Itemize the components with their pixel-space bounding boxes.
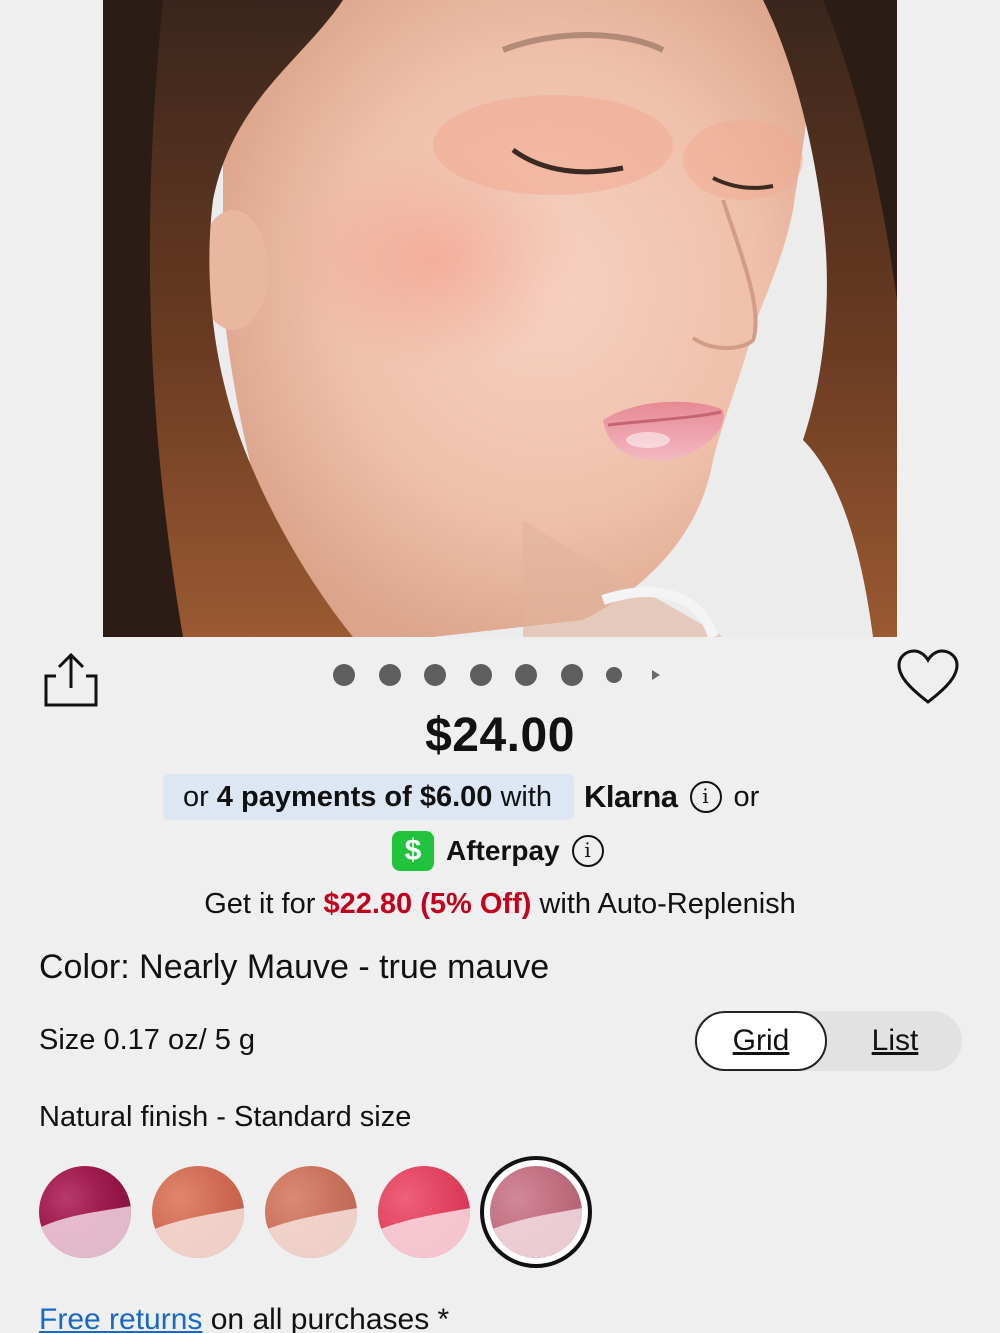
auto-replenish-price: $22.80 (5% Off) [323,888,532,920]
free-returns-link[interactable]: Free returns [39,1303,202,1333]
grid-view-button[interactable]: Grid [695,1011,827,1071]
or-text: or [733,780,760,813]
carousel-dot[interactable] [515,664,537,686]
klarna-prefix: or [183,780,209,813]
auto-replenish-text: Get it for $22.80 (5% Off) with Auto-Rep… [0,888,1000,921]
heart-icon [897,649,959,704]
share-icon [44,652,98,707]
afterpay-payment-row: $ Afterpay i [392,831,604,871]
returns-info: Free returns on all purchases * [39,1303,449,1333]
swatch-true-mauve [490,1166,582,1258]
finish-label: Natural finish - Standard size [39,1101,412,1133]
product-price: $24.00 [425,709,575,762]
klarna-payment-row: or 4 payments of $6.00 with Klarna i or [163,774,759,820]
auto-replenish-prefix: Get it for [204,888,316,920]
klarna-logo: Klarna [584,779,678,814]
swatch-rose-brown[interactable] [265,1166,357,1258]
klarna-installments-pill[interactable]: or 4 payments of $6.00 with [163,774,575,820]
swatch-true-mauve-selected[interactable] [480,1156,592,1268]
view-toggle: Grid List [694,1011,962,1071]
list-view-button[interactable]: List [828,1011,962,1071]
carousel-dot[interactable] [424,664,446,686]
carousel-dot[interactable] [378,664,401,686]
carousel-next-arrow-icon[interactable] [652,670,660,680]
share-button[interactable] [42,650,100,708]
afterpay-info-icon[interactable]: i [571,835,604,867]
klarna-installments: 4 payments of $6.00 [216,780,493,813]
swatch-berry[interactable] [39,1166,131,1258]
carousel-dot[interactable] [560,664,583,686]
color-label: Color: Nearly Mauve - true mauve [39,948,550,986]
size-label: Size 0.17 oz/ 5 g [39,1024,256,1056]
cashapp-icon: $ [392,831,434,871]
carousel-dot[interactable] [469,664,492,686]
carousel-dots[interactable] [333,664,660,686]
klarna-suffix: with [500,780,553,813]
returns-text: on all purchases * [210,1303,450,1333]
favorite-button[interactable] [896,648,960,706]
carousel-dot[interactable] [333,664,355,686]
klarna-info-icon[interactable]: i [689,781,722,813]
product-image[interactable] [103,0,897,637]
swatch-terracotta[interactable] [152,1166,244,1258]
carousel-dot[interactable] [606,667,622,683]
model-photo [103,0,897,637]
afterpay-label: Afterpay [446,835,560,866]
auto-replenish-suffix: with Auto-Replenish [539,888,796,920]
swatch-hot-pink[interactable] [378,1166,470,1258]
